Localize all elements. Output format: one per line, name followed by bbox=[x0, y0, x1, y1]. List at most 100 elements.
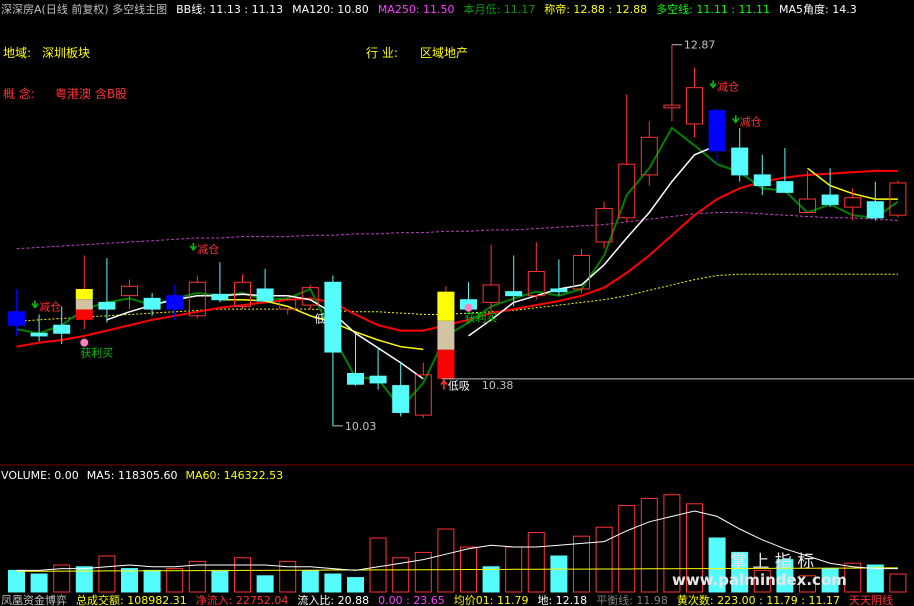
header-item-6: 多空线: 11.11 : 11.11 bbox=[656, 2, 770, 16]
candle[interactable] bbox=[30, 314, 48, 342]
profit-buy-dot-0 bbox=[80, 338, 89, 347]
candle[interactable] bbox=[8, 288, 25, 336]
reduce-signal-0: 减仓 bbox=[39, 300, 61, 314]
candle[interactable] bbox=[505, 255, 523, 307]
candle[interactable] bbox=[98, 258, 116, 323]
watermark: 掌 上 指 标 www.palmindex.com bbox=[672, 552, 847, 589]
volume-bar[interactable] bbox=[618, 505, 636, 593]
candle[interactable] bbox=[618, 94, 636, 222]
header-legend: 深深房A(日线 前复权) 多空线主图 BB线: 11.13 : 11.13 MA12… bbox=[1, 2, 857, 16]
header-item-2: MA120: 10.80 bbox=[292, 3, 369, 16]
candle[interactable] bbox=[686, 67, 703, 138]
candle-body bbox=[550, 288, 568, 293]
header-item-3: MA250: 11.50 bbox=[378, 3, 455, 16]
volume-bar[interactable] bbox=[324, 573, 342, 593]
price-pane[interactable] bbox=[8, 44, 907, 426]
volume-bar[interactable] bbox=[550, 555, 568, 593]
candle[interactable] bbox=[256, 268, 274, 302]
candle[interactable] bbox=[663, 44, 681, 122]
candle-body bbox=[211, 293, 229, 301]
candle[interactable] bbox=[550, 259, 568, 296]
industry-label: 行 业: bbox=[366, 46, 398, 60]
profit-buy-dot-1 bbox=[464, 303, 473, 312]
candle-body-segment bbox=[75, 309, 93, 320]
candle-body bbox=[30, 332, 48, 337]
reduce-signal-1: 减仓 bbox=[197, 242, 219, 256]
candle[interactable] bbox=[347, 333, 364, 386]
candle-body bbox=[866, 201, 884, 219]
candle-body bbox=[844, 197, 862, 208]
reduce-arrow-1 bbox=[189, 242, 197, 252]
candle-body bbox=[166, 295, 184, 310]
volume-bar[interactable] bbox=[482, 566, 500, 593]
volume-legend: VOLUME: 0.00 MA5: 118305.60 MA60: 146322.5… bbox=[1, 469, 283, 482]
candle-body bbox=[482, 284, 500, 303]
candle-body-segment bbox=[75, 288, 93, 300]
mid-price-label: 10.38 bbox=[482, 379, 514, 392]
volume-bar[interactable] bbox=[301, 569, 319, 593]
volume-bar[interactable] bbox=[30, 573, 48, 593]
volume-bar[interactable] bbox=[889, 573, 907, 593]
volume-legend-item-2: MA60: 146322.53 bbox=[185, 469, 283, 482]
region-value: 深圳板块 bbox=[42, 46, 90, 60]
volume-bar[interactable] bbox=[437, 528, 455, 593]
volume-bar[interactable] bbox=[211, 569, 229, 593]
candle-body bbox=[753, 174, 771, 187]
volume-bar[interactable] bbox=[527, 532, 545, 593]
watermark-title: 掌 上 指 标 bbox=[730, 552, 814, 572]
candle-body bbox=[708, 109, 726, 152]
footer-item-9: 天天阴线 bbox=[849, 593, 893, 606]
low-buy-signal: 低吸 bbox=[448, 380, 470, 393]
footer-item-1: 总成交额: 108982.31 bbox=[76, 593, 187, 606]
volume-bar[interactable] bbox=[573, 535, 590, 593]
reduce-arrow-2 bbox=[709, 80, 717, 89]
candle-body bbox=[663, 104, 681, 109]
reduce-signal-2: 减仓 bbox=[717, 79, 739, 93]
candle[interactable] bbox=[482, 244, 500, 312]
candle-body bbox=[143, 297, 161, 310]
low-buy-arrow bbox=[440, 379, 448, 390]
volume-bar[interactable] bbox=[640, 497, 658, 593]
candle[interactable] bbox=[75, 255, 93, 330]
candle-body bbox=[776, 181, 794, 193]
bb-line bbox=[16, 126, 899, 410]
concept-value: 粤港澳 含B股 bbox=[55, 86, 127, 101]
candle[interactable] bbox=[211, 262, 229, 303]
footer-item-4: 0.00 : 23.65 bbox=[378, 594, 445, 606]
volume-bar[interactable] bbox=[347, 577, 364, 593]
volume-bar[interactable] bbox=[595, 526, 613, 593]
volume-bar[interactable] bbox=[369, 537, 387, 593]
candle[interactable] bbox=[731, 127, 749, 182]
volume-bar[interactable] bbox=[8, 569, 25, 593]
candle[interactable] bbox=[776, 148, 794, 193]
candle[interactable] bbox=[708, 107, 726, 165]
candle[interactable] bbox=[866, 181, 884, 221]
candle-body bbox=[324, 281, 342, 353]
candle[interactable] bbox=[437, 286, 455, 379]
candle-body bbox=[53, 324, 71, 334]
profit-buy-signal-0: 获利买 bbox=[80, 347, 113, 360]
low-price-label: 10.03 bbox=[345, 420, 377, 433]
volume-bar[interactable] bbox=[166, 568, 184, 593]
reduce-arrow-3 bbox=[732, 115, 740, 124]
volume-bar[interactable] bbox=[143, 569, 161, 593]
concept-label: 概 念: bbox=[3, 86, 35, 101]
candle[interactable] bbox=[392, 362, 410, 417]
candle[interactable] bbox=[121, 279, 138, 310]
footer-legend: 凤凰资金博弈 总成交额: 108982.31 净流入: 22752.04 流入比: 2… bbox=[1, 593, 893, 606]
candle-body bbox=[347, 373, 364, 385]
volume-legend-item-1: MA5: 118305.60 bbox=[87, 469, 178, 482]
candle[interactable] bbox=[369, 346, 387, 390]
stock-chart[interactable]: 深深房A(日线 前复权) 多空线主图 BB线: 11.13 : 11.13 MA12… bbox=[0, 0, 914, 606]
candle[interactable] bbox=[324, 275, 342, 426]
volume-bar[interactable] bbox=[256, 575, 274, 593]
volume-bar[interactable] bbox=[121, 568, 138, 593]
ma120-line bbox=[16, 273, 898, 322]
volume-bar[interactable] bbox=[98, 555, 116, 593]
candle-body bbox=[369, 375, 387, 384]
candle-body bbox=[392, 385, 410, 413]
header-item-4: 本月低: 11.17 bbox=[464, 2, 536, 16]
volume-bar[interactable] bbox=[188, 560, 206, 593]
volume-bar[interactable] bbox=[234, 557, 251, 593]
candle-body-segment bbox=[437, 349, 455, 379]
